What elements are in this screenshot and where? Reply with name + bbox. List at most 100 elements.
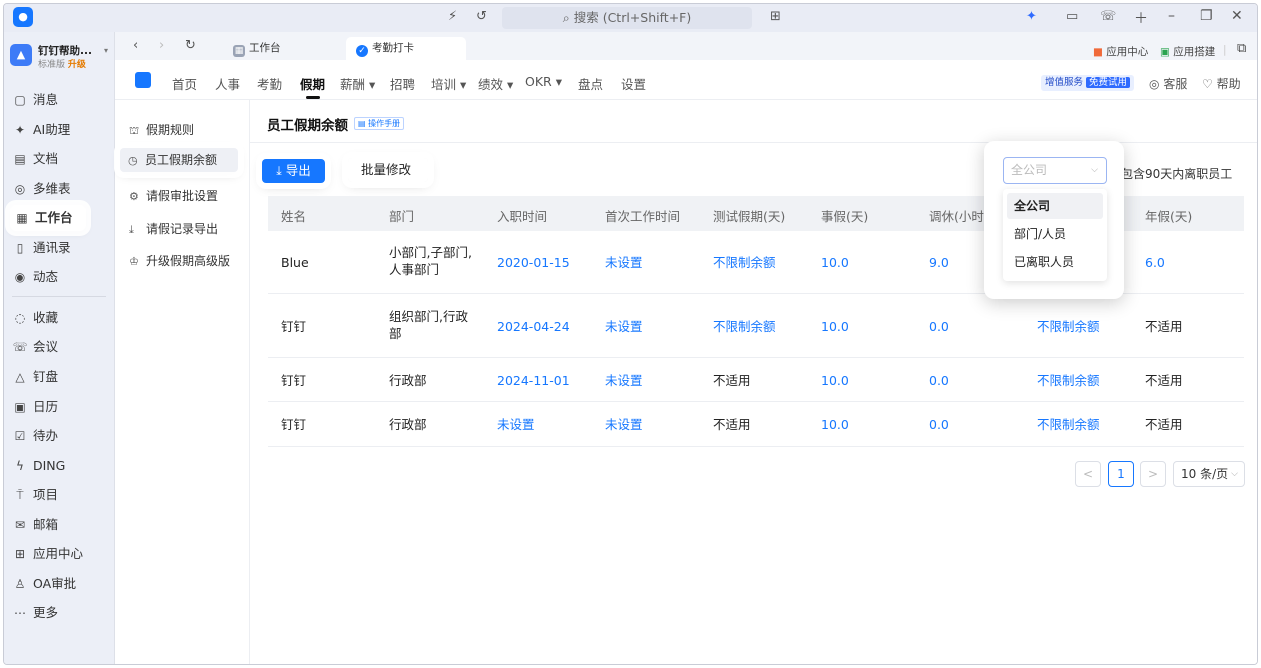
table-row[interactable]: 钉钉 组织部门,行政部 2024-04-24 未设置 不限制余额 10.0 0.… [268,294,1244,358]
cell-hidden[interactable]: 不限制余额 [1037,416,1100,433]
sidebar-item-oa-approval[interactable]: ♙ OA审批 [12,573,108,595]
menu-salary[interactable]: 薪酬 ▾ [340,74,375,93]
cell-hire-date[interactable]: 未设置 [497,416,535,433]
sidebar-item-todo[interactable]: ☑ 待办 [12,425,108,447]
menu-settings[interactable]: 设置 [621,74,646,93]
plus-icon[interactable]: ＋ [1134,8,1148,28]
sidebar-item-mail[interactable]: ✉ 邮箱 [12,514,108,536]
export-button[interactable]: ⤓ 导出 [262,159,325,183]
app-logo[interactable]: ● [13,7,33,27]
sidebar-item-calendar[interactable]: ▣ 日历 [12,396,108,418]
menu-home[interactable]: 首页 [172,74,197,93]
back-icon[interactable]: ‹ [133,38,138,53]
menu-training[interactable]: 培训 ▾ [431,74,466,93]
sidebar-item-message[interactable]: ▢ 消息 [12,89,108,111]
scope-dropdown-panel: 全公司 ⌵ 全公司 部门/人员 已离职人员 [984,141,1124,299]
sidebar-item-docs[interactable]: ▤ 文档 [12,148,108,170]
submenu-approval-settings[interactable]: ⚙ 请假审批设置 [129,184,218,208]
book-icon: ▤ [358,119,369,128]
tab-attendance[interactable]: ✓ 考勤打卡 [346,37,466,60]
close-icon[interactable]: ✕ [1231,8,1243,24]
submenu-upgrade[interactable]: ♔ 升级假期高级版 [129,249,230,273]
cell-first-work[interactable]: 未设置 [605,416,643,433]
ai-beta-icon[interactable]: ⚡ [448,9,457,24]
cell-comp-leave[interactable]: 0.0 [929,372,949,389]
prev-page-button[interactable]: < [1075,461,1101,487]
app-center-link[interactable]: ■ 应用中心 [1093,44,1148,59]
value-service-badge[interactable]: 增值服务 免费试用 [1041,75,1135,91]
refresh-icon[interactable]: ↻ [185,38,196,53]
sidebar-item-app-center[interactable]: ⊞ 应用中心 [12,543,108,565]
sidebar-item-favorite[interactable]: ◌ 收藏 [12,307,108,329]
page-size-select[interactable]: 10 条/页 ⌵ [1173,461,1245,487]
sidebar-item-ai[interactable]: ✦ AI助理 [12,119,108,141]
cell-first-work[interactable]: 未设置 [605,318,643,335]
submenu-record-export[interactable]: ⤓ 请假记录导出 [129,217,218,241]
upgrade-link[interactable]: 升级 [68,60,86,70]
cell-test-leave[interactable]: 不限制余额 [713,254,776,271]
sidebar-item-moments[interactable]: ◉ 动态 [12,266,108,288]
menu-inventory[interactable]: 盘点 [578,74,603,93]
call-icon[interactable]: ☏ [1100,9,1116,24]
global-search[interactable]: ⌕ 搜索 (Ctrl+Shift+F) [502,7,752,29]
cell-hire-date[interactable]: 2024-11-01 [497,372,570,389]
ai-icon[interactable]: ✦ [1026,9,1037,24]
history-icon[interactable]: ↺ [476,9,487,24]
cell-personal-leave[interactable]: 10.0 [821,318,849,335]
org-switcher[interactable]: ▲ 钉钉帮助... 标准版 升级 ▾ [8,42,112,72]
sidebar-item-workbench[interactable]: ▦ 工作台 [10,205,86,231]
sidebar-item-more[interactable]: ⋯ 更多 [12,602,108,624]
sidebar-item-contacts[interactable]: ▯ 通讯录 [12,237,108,259]
menu-okr[interactable]: OKR ▾ [525,74,562,89]
sidebar-item-multitable[interactable]: ◎ 多维表 [12,178,108,200]
batch-edit-button[interactable]: 批量修改 [348,158,428,182]
new-window-icon[interactable]: ⧉ [1237,41,1246,56]
cell-first-work[interactable]: 未设置 [605,254,643,271]
table-row[interactable]: 钉钉 行政部 2024-11-01 未设置 不适用 10.0 0.0 不限制余额… [268,358,1244,402]
next-page-button[interactable]: > [1140,461,1166,487]
sidebar-item-ding[interactable]: ϟ DING [12,455,108,477]
submenu-leave-rules[interactable]: ⛫ 假期规则 [129,118,194,142]
monitor-icon[interactable]: ▭ [1066,9,1078,24]
scope-option-resigned[interactable]: 已离职人员 [1007,249,1103,275]
cell-comp-leave[interactable]: 0.0 [929,318,949,335]
scope-option-company[interactable]: 全公司 [1007,193,1103,219]
cell-hidden[interactable]: 不限制余额 [1037,318,1100,335]
cell-hire-date[interactable]: 2024-04-24 [497,318,570,335]
minimize-icon[interactable]: – [1168,8,1175,24]
free-trial-badge[interactable]: 免费试用 [1086,77,1131,88]
include-left-checkbox[interactable]: 包含90天内离职员工 [1121,165,1232,182]
submenu-leave-balance[interactable]: ◷ 员工假期余额 [120,148,238,172]
sidebar-item-project[interactable]: ⍑ 项目 [12,484,108,506]
cell-test-leave[interactable]: 不限制余额 [713,318,776,335]
cell-first-work[interactable]: 未设置 [605,372,643,389]
help-link[interactable]: ♡ 帮助 [1202,75,1241,92]
customer-service-link[interactable]: ◎ 客服 [1149,75,1187,92]
cell-comp-leave[interactable]: 0.0 [929,416,949,433]
sidebar-item-drive[interactable]: △ 钉盘 [12,366,108,388]
cell-annual-leave[interactable]: 6.0 [1145,254,1165,271]
cell-comp-leave[interactable]: 9.0 [929,254,949,271]
cell-personal-leave[interactable]: 10.0 [821,254,849,271]
mail-icon: ✉ [14,518,26,532]
menu-hr[interactable]: 人事 [215,74,240,93]
grid-icon[interactable]: ⊞ [770,9,781,24]
manual-link[interactable]: ▤ 操作手册 [354,117,405,130]
scope-select[interactable]: 全公司 ⌵ [1003,157,1107,184]
forward-icon[interactable]: › [159,38,164,53]
restore-icon[interactable]: ❐ [1200,8,1213,24]
page-1-button[interactable]: 1 [1108,461,1134,487]
sidebar-item-meeting[interactable]: ☏ 会议 [12,336,108,358]
menu-leave[interactable]: 假期 [300,74,325,93]
cell-hidden[interactable]: 不限制余额 [1037,372,1100,389]
cell-personal-leave[interactable]: 10.0 [821,416,849,433]
menu-recruit[interactable]: 招聘 [390,74,415,93]
table-row[interactable]: 钉钉 行政部 未设置 未设置 不适用 10.0 0.0 不限制余额 不适用 [268,402,1244,447]
scope-option-dept-person[interactable]: 部门/人员 [1007,221,1103,247]
cell-hire-date[interactable]: 2020-01-15 [497,254,570,271]
menu-performance[interactable]: 绩效 ▾ [478,74,513,93]
tab-workbench[interactable]: ▦ 工作台 [223,37,291,60]
menu-attendance[interactable]: 考勤 [257,74,282,93]
cell-personal-leave[interactable]: 10.0 [821,372,849,389]
app-build-link[interactable]: ▣ 应用搭建 [1160,44,1215,59]
